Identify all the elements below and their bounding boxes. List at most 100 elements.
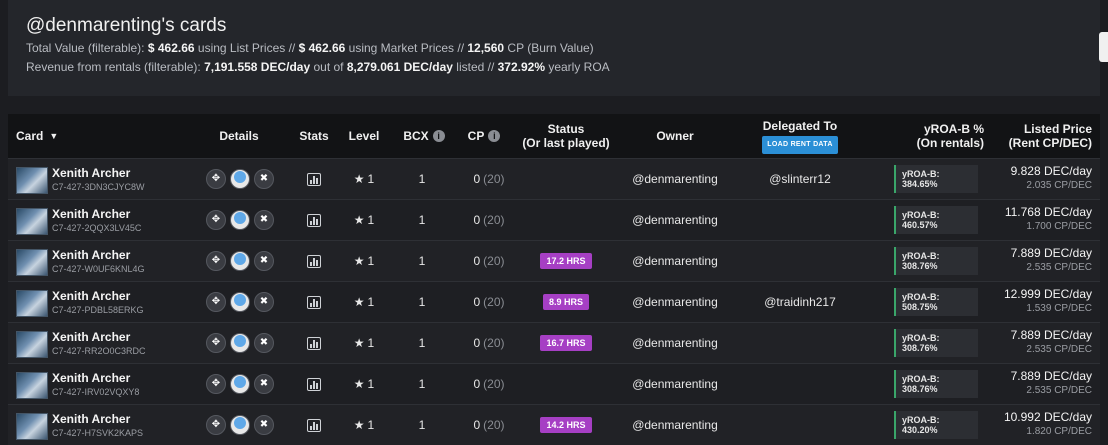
card-thumbnail[interactable] [16,167,48,194]
card-thumbnail[interactable] [16,290,48,317]
yroa-badge: yROA-B: 430.20% [894,411,978,439]
card-name[interactable]: Xenith Archer [52,330,130,344]
info-dot-icon[interactable] [230,374,250,394]
card-thumbnail[interactable] [16,413,48,440]
owner-link[interactable]: @denmarenting [620,323,730,363]
col-yroa-label: yROA-B % [923,122,984,136]
info-icon[interactable]: i [432,130,445,142]
cp-max: (20) [483,254,505,268]
col-price-sublabel: (Rent CP/DEC) [1008,136,1092,150]
table-row[interactable]: Xenith Archer C7-427-RR2O0C3RDC ✥ ✖ ★ 1 1… [8,322,1100,363]
info-dot-icon[interactable] [230,333,250,353]
col-card-sort[interactable]: Card ▼ [16,114,76,158]
stats-button[interactable] [306,241,322,281]
card-name[interactable]: Xenith Archer [52,289,130,303]
move-icon[interactable]: ✥ [206,415,226,435]
cross-swords-icon[interactable]: ✖ [254,415,274,435]
owner-link[interactable]: @denmarenting [620,200,730,240]
col-bcx: BCX i [394,114,454,158]
cp-per-dec: 1.700 CP/DEC [1026,221,1092,232]
status-cell: 17.2 HRS [514,241,618,281]
delegated-link[interactable]: @slinterr12 [744,159,856,199]
delegated-link[interactable] [744,405,856,445]
details-buttons: ✥ ✖ [204,364,276,404]
stats-button[interactable] [306,364,322,404]
delegated-link[interactable]: @traidinh217 [744,282,856,322]
yroa-badge: yROA-B: 308.76% [894,247,978,275]
status-cell: 16.7 HRS [514,323,618,363]
card-thumbnail[interactable] [16,249,48,276]
table-row[interactable]: Xenith Archer C7-427-2QQX3LV45C ✥ ✖ ★ 1 1… [8,199,1100,240]
info-icon[interactable]: i [488,130,501,142]
col-status-sublabel: (Or last played) [522,136,610,150]
owner-link[interactable]: @denmarenting [620,405,730,445]
col-card-label: Card [16,129,44,143]
card-thumbnail[interactable] [16,372,48,399]
owner-link[interactable]: @denmarenting [620,159,730,199]
cp-value: 0 [473,172,481,186]
card-name[interactable]: Xenith Archer [52,371,130,385]
stats-button[interactable] [306,405,322,445]
delegated-link[interactable] [744,323,856,363]
cross-swords-icon[interactable]: ✖ [254,210,274,230]
delegated-link[interactable] [744,200,856,240]
side-panel-toggle[interactable] [1099,32,1108,62]
move-icon[interactable]: ✥ [206,292,226,312]
table-row[interactable]: Xenith Archer C7-427-IRV02VQXY8 ✥ ✖ ★ 1 1… [8,363,1100,404]
move-icon[interactable]: ✥ [206,333,226,353]
level-value: 1 [367,295,375,309]
owner-link[interactable]: @denmarenting [620,241,730,281]
cp-value: 12,560 [467,41,505,55]
card-thumbnail[interactable] [16,331,48,358]
delegated-link[interactable] [744,241,856,281]
move-icon[interactable]: ✥ [206,210,226,230]
cross-swords-icon[interactable]: ✖ [254,251,274,271]
stats-button[interactable] [306,159,322,199]
table-row[interactable]: Xenith Archer C7-427-W0UF6KNL4G ✥ ✖ ★ 1 1… [8,240,1100,281]
listed-price: 7.889 DEC/day [1010,246,1092,260]
info-dot-icon[interactable] [230,169,250,189]
yroa-badge: yROA-B: 308.76% [894,370,978,398]
cross-swords-icon[interactable]: ✖ [254,333,274,353]
col-yroa-sublabel: (On rentals) [916,136,984,150]
load-rent-data-button[interactable]: LOAD RENT DATA [762,135,838,154]
table-row[interactable]: Xenith Archer C7-427-PDBL58ERKG ✥ ✖ ★ 1 1… [8,281,1100,322]
info-dot-icon[interactable] [230,210,250,230]
cp-value: 0 [473,418,481,432]
owner-link[interactable]: @denmarenting [620,282,730,322]
move-icon[interactable]: ✥ [206,374,226,394]
cross-swords-icon[interactable]: ✖ [254,292,274,312]
bcx-value: 1 [418,213,426,227]
cp-value: 0 [473,254,481,268]
delegated-link[interactable] [744,364,856,404]
card-name[interactable]: Xenith Archer [52,166,130,180]
move-icon[interactable]: ✥ [206,169,226,189]
cp-max: (20) [483,336,505,350]
card-name[interactable]: Xenith Archer [52,207,130,221]
status-cell [514,364,618,404]
card-name[interactable]: Xenith Archer [52,412,130,426]
info-dot-icon[interactable] [230,251,250,271]
cross-swords-icon[interactable]: ✖ [254,169,274,189]
table-row[interactable]: Xenith Archer C7-427-3DN3CJYC8W ✥ ✖ ★ 1 1… [8,158,1100,199]
stats-button[interactable] [306,323,322,363]
status-badge: 8.9 HRS [542,294,589,310]
level-cell: ★ 1 [342,405,386,445]
stats-button[interactable] [306,200,322,240]
cp-cell: 0 (20) [464,241,514,281]
card-thumbnail[interactable] [16,208,48,235]
owner-link[interactable]: @denmarenting [620,364,730,404]
stats-button[interactable] [306,282,322,322]
stats-chart-icon [307,418,321,432]
card-name[interactable]: Xenith Archer [52,248,130,262]
table-row[interactable]: Xenith Archer C7-427-H7SVK2KAPS ✥ ✖ ★ 1 1… [8,404,1100,445]
listed-price: 7.889 DEC/day [1010,369,1092,383]
chevron-down-icon: ▼ [49,131,59,141]
price-cell: 12.999 DEC/day 1.539 CP/DEC [1004,287,1092,314]
info-dot-icon[interactable] [230,292,250,312]
info-dot-icon[interactable] [230,415,250,435]
move-icon[interactable]: ✥ [206,251,226,271]
revenue-label: Revenue from rentals (filterable): [26,60,205,74]
col-yroa: yROA-B % (On rentals) [888,114,984,158]
cross-swords-icon[interactable]: ✖ [254,374,274,394]
